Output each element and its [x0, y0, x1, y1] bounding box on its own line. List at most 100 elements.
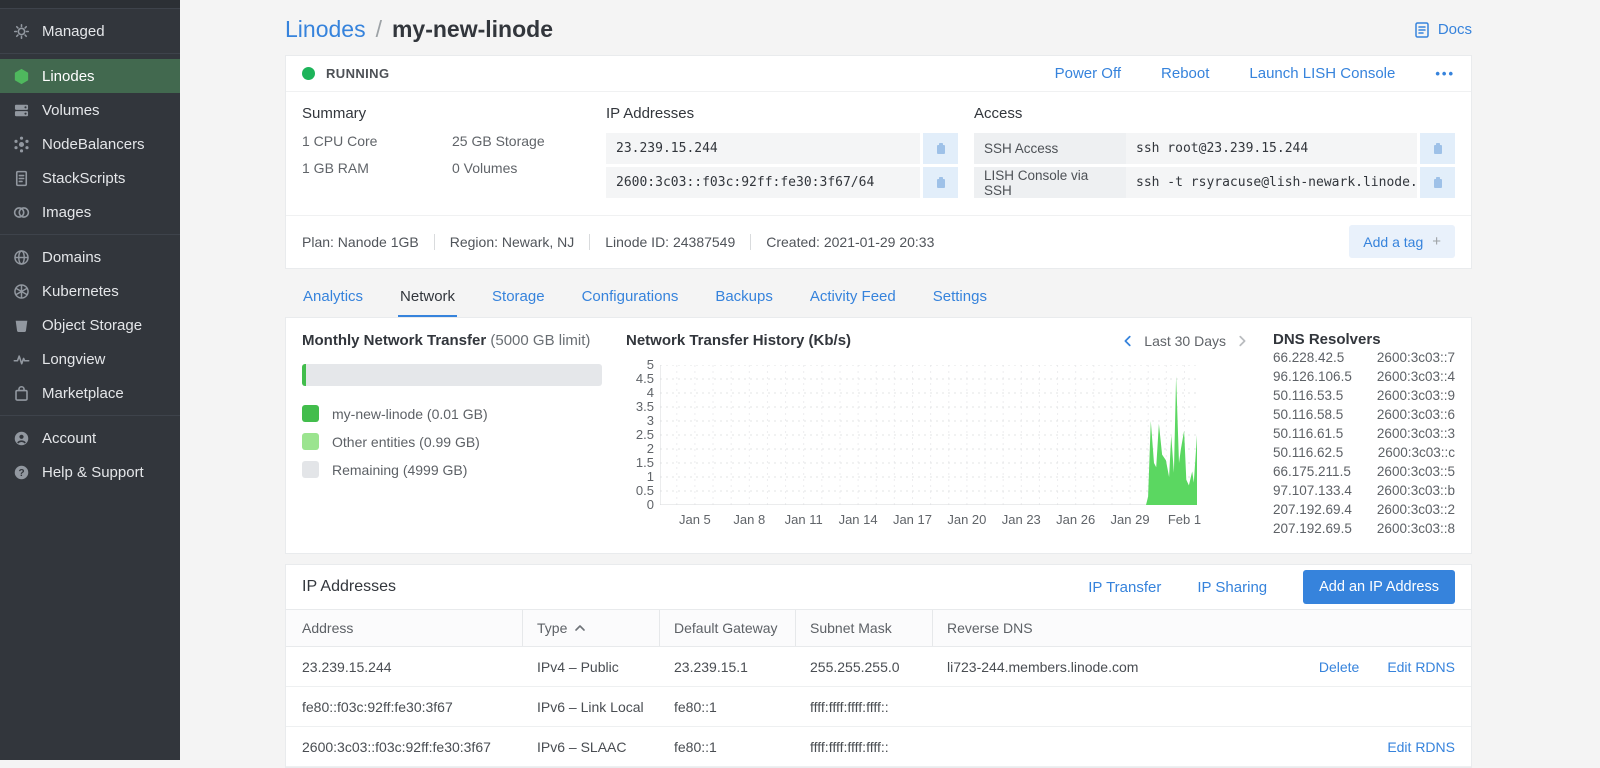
series-my-new-linode: [660, 376, 1197, 505]
legend-label: Remaining (4999 GB): [332, 462, 467, 478]
dns-resolver-row: 66.228.42.5 2600:3c03::7: [1273, 348, 1455, 367]
y-tick-label: 3.5: [626, 399, 654, 414]
copy-lish-button[interactable]: [1420, 167, 1455, 198]
docs-link[interactable]: Docs: [1413, 21, 1472, 39]
dns-ipv4: 96.126.106.5: [1273, 367, 1352, 386]
row-action-edit-rdns[interactable]: Edit RDNS: [1387, 659, 1455, 675]
dns-resolver-row: 50.116.62.5 2600:3c03::c: [1273, 443, 1455, 462]
dns-ipv4: 66.175.211.5: [1273, 462, 1351, 481]
dns-ipv6: 2600:3c03::7: [1377, 348, 1455, 367]
tab-activity-feed[interactable]: Activity Feed: [808, 277, 898, 317]
sidebar-item-volumes[interactable]: Volumes: [0, 93, 180, 127]
status-bar: RUNNING Power Off Reboot Launch LISH Con…: [286, 56, 1471, 92]
column-header-address[interactable]: Address: [302, 610, 523, 646]
legend-label: my-new-linode (0.01 GB): [332, 406, 488, 422]
sidebar-item-kubernetes[interactable]: Kubernetes: [0, 274, 180, 308]
transfer-history-section: Network Transfer History (Kb/s) Last 30 …: [626, 332, 1249, 539]
sidebar-item-domains[interactable]: Domains: [0, 240, 180, 274]
plan-detail: Plan: Nanode 1GB: [302, 234, 419, 250]
svg-text:?: ?: [18, 467, 24, 478]
dns-resolver-row: 207.192.69.5 2600:3c03::8: [1273, 519, 1455, 538]
dns-resolver-row: 50.116.58.5 2600:3c03::6: [1273, 405, 1455, 424]
more-actions-button[interactable]: •••: [1435, 66, 1455, 81]
copy-icon: [1431, 141, 1445, 156]
linode-icon: [12, 67, 31, 86]
sidebar-group-account: Account ? Help & Support: [0, 415, 180, 494]
docs-icon: [1413, 21, 1431, 39]
ipv4-row: 23.239.15.244: [606, 133, 958, 164]
sidebar-group-services: Domains Kubernetes Object Storage Longvi…: [0, 234, 180, 415]
network-transfer-chart: 00.511.522.533.544.55 Jan 5Jan 8Jan 11Ja…: [626, 359, 1249, 531]
marketplace-icon: [12, 384, 31, 403]
chevron-right-icon[interactable]: [1235, 334, 1249, 348]
ip-transfer-button[interactable]: IP Transfer: [1088, 579, 1161, 596]
sidebar-item-help-support[interactable]: ? Help & Support: [0, 455, 180, 489]
cell-subnet-mask: ffff:ffff:ffff:ffff::: [810, 727, 947, 766]
sidebar-item-longview[interactable]: Longview: [0, 342, 180, 376]
column-header-subnet-mask[interactable]: Subnet Mask: [810, 610, 933, 646]
row-action-edit-rdns[interactable]: Edit RDNS: [1387, 739, 1455, 755]
sidebar-item-account[interactable]: Account: [0, 421, 180, 455]
summary-body: Summary 1 CPU Core 25 GB Storage 1 GB RA…: [286, 92, 1471, 215]
app-window: Managed Linodes Volumes NodeBalancers St…: [0, 0, 1600, 760]
row-action-delete[interactable]: Delete: [1319, 659, 1359, 675]
sidebar-item-nodebalancers[interactable]: NodeBalancers: [0, 127, 180, 161]
sidebar-item-linodes[interactable]: Linodes: [0, 59, 180, 93]
copy-ipv4-button[interactable]: [923, 133, 958, 164]
summary-section: Summary 1 CPU Core 25 GB Storage 1 GB RA…: [302, 105, 590, 201]
summary-ram: 1 GB RAM: [302, 160, 452, 176]
summary-storage: 25 GB Storage: [452, 133, 590, 149]
breadcrumb-linodes-link[interactable]: Linodes: [285, 16, 366, 43]
sidebar-item-object-storage[interactable]: Object Storage: [0, 308, 180, 342]
chevron-left-icon[interactable]: [1121, 334, 1135, 348]
ip-table-row: fe80::f03c:92ff:fe30:3f67 IPv6 – Link Lo…: [286, 687, 1471, 727]
sidebar-item-images[interactable]: Images: [0, 195, 180, 229]
tab-analytics[interactable]: Analytics: [301, 277, 365, 317]
reboot-button[interactable]: Reboot: [1161, 65, 1209, 82]
copy-ssh-button[interactable]: [1420, 133, 1455, 164]
kubernetes-icon: [12, 282, 31, 301]
power-off-button[interactable]: Power Off: [1055, 65, 1121, 82]
sidebar-item-marketplace[interactable]: Marketplace: [0, 376, 180, 410]
ip-addresses-section: IP Addresses 23.239.15.244 2600:3c03::f0…: [606, 105, 958, 201]
ssh-access-command: ssh root@23.239.15.244: [1126, 133, 1417, 164]
domains-icon: [12, 248, 31, 267]
sidebar-item-label: Kubernetes: [42, 283, 119, 300]
column-header-default-gateway[interactable]: Default Gateway: [674, 610, 796, 646]
sort-asc-icon: [574, 623, 586, 633]
legend-swatch: [302, 405, 319, 422]
legend-item-this-linode: my-new-linode (0.01 GB): [302, 405, 602, 422]
add-ip-address-button[interactable]: Add an IP Address: [1303, 570, 1455, 604]
x-tick-label: Jan 29: [1100, 512, 1160, 527]
x-tick-label: Jan 20: [937, 512, 997, 527]
dns-ipv6: 2600:3c03::2: [1377, 500, 1455, 519]
tab-configurations[interactable]: Configurations: [580, 277, 681, 317]
column-header-reverse-dns[interactable]: Reverse DNS: [947, 610, 1256, 646]
dns-ipv6: 2600:3c03::c: [1378, 443, 1455, 462]
add-tag-button[interactable]: Add a tag +: [1349, 225, 1455, 258]
sidebar-item-label: Object Storage: [42, 317, 142, 334]
page-header: Linodes / my-new-linode Docs: [285, 0, 1472, 55]
status-badge: RUNNING: [326, 66, 389, 81]
dns-ipv6: 2600:3c03::4: [1377, 367, 1455, 386]
chart-plot-area: [660, 365, 1197, 505]
tab-backups[interactable]: Backups: [713, 277, 775, 317]
sidebar-item-managed[interactable]: Managed: [0, 14, 180, 48]
ip-sharing-button[interactable]: IP Sharing: [1197, 579, 1267, 596]
tab-settings[interactable]: Settings: [931, 277, 989, 317]
dns-ipv6: 2600:3c03::6: [1377, 405, 1455, 424]
cell-address: 23.239.15.244: [302, 647, 537, 686]
copy-ipv6-button[interactable]: [923, 167, 958, 198]
sidebar-item-stackscripts[interactable]: StackScripts: [0, 161, 180, 195]
column-header-type[interactable]: Type: [537, 610, 660, 646]
tab-storage[interactable]: Storage: [490, 277, 547, 317]
row-actions: [1256, 687, 1471, 726]
cell-address: 2600:3c03::f03c:92ff:fe30:3f67: [302, 727, 537, 766]
sidebar-item-label: Longview: [42, 351, 105, 368]
cell-subnet-mask: ffff:ffff:ffff:ffff::: [810, 687, 947, 726]
launch-lish-console-button[interactable]: Launch LISH Console: [1249, 65, 1395, 82]
copy-icon: [1431, 175, 1445, 190]
x-tick-label: Jan 11: [774, 512, 834, 527]
tab-network[interactable]: Network: [398, 277, 457, 317]
dns-ipv4: 50.116.62.5: [1273, 443, 1343, 462]
